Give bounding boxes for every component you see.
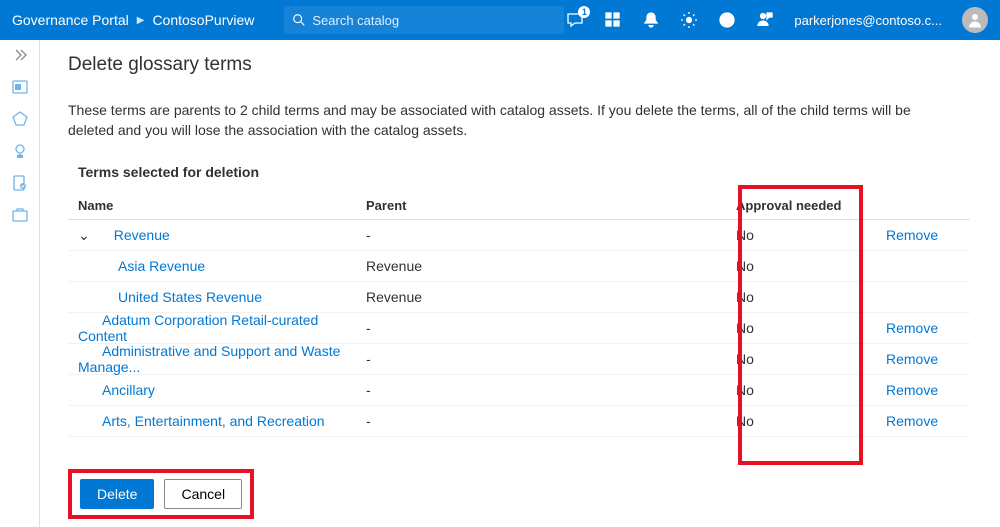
term-link[interactable]: Ancillary xyxy=(78,382,155,398)
nav-sources-icon[interactable] xyxy=(11,78,29,96)
col-parent-header[interactable]: Parent xyxy=(366,198,736,213)
left-nav xyxy=(0,40,40,527)
workspace-name[interactable]: ContosoPurview xyxy=(152,12,254,28)
chevron-right-icon: ▶ xyxy=(137,15,145,26)
term-link[interactable]: Asia Revenue xyxy=(78,258,205,274)
page-title: Delete glossary terms xyxy=(68,54,970,76)
col-remove-header xyxy=(884,198,970,213)
avatar[interactable] xyxy=(962,7,988,33)
delete-button[interactable]: Delete xyxy=(80,479,154,509)
table-body: ⌄Revenue-NoRemoveAsia RevenueRevenueNoUn… xyxy=(68,220,970,437)
top-nav: Governance Portal ▶ ContosoPurview 1 par… xyxy=(0,0,1000,40)
table-row: Ancillary -NoRemove xyxy=(68,375,970,406)
help-icon[interactable] xyxy=(718,11,736,29)
portal-title[interactable]: Governance Portal xyxy=(12,12,129,28)
table-row: ⌄Revenue -NoRemove xyxy=(68,220,970,251)
user-email[interactable]: parkerjones@contoso.c... xyxy=(794,13,942,28)
chevron-down-icon[interactable]: ⌄ xyxy=(78,227,90,243)
table-row: Administrative and Support and Waste Man… xyxy=(68,344,970,375)
search-icon xyxy=(292,13,306,27)
nav-insights-icon[interactable] xyxy=(11,142,29,160)
nav-policy-icon[interactable] xyxy=(11,174,29,192)
remove-link[interactable]: Remove xyxy=(884,320,938,336)
table-header: Name Parent Approval needed xyxy=(68,192,970,220)
col-approval-header[interactable]: Approval needed xyxy=(736,198,884,213)
gear-icon[interactable] xyxy=(680,11,698,29)
search-box[interactable] xyxy=(284,6,564,34)
term-link[interactable]: Revenue xyxy=(90,227,170,243)
footer-actions-highlight: Delete Cancel xyxy=(68,469,254,519)
remove-link[interactable]: Remove xyxy=(884,382,938,398)
table-row: Arts, Entertainment, and Recreation -NoRe… xyxy=(68,406,970,437)
remove-link[interactable]: Remove xyxy=(884,351,938,367)
person-feedback-icon[interactable] xyxy=(756,11,774,29)
parent-cell: - xyxy=(366,320,736,336)
feedback-icon[interactable]: 1 xyxy=(566,11,584,29)
notification-badge: 1 xyxy=(578,6,590,18)
approval-cell: No xyxy=(736,382,884,398)
remove-link[interactable]: Remove xyxy=(884,227,938,243)
approval-cell: No xyxy=(736,413,884,429)
approval-cell: No xyxy=(736,351,884,367)
col-name-header[interactable]: Name xyxy=(68,198,366,213)
approval-cell: No xyxy=(736,227,884,243)
term-link[interactable]: Arts, Entertainment, and Recreation xyxy=(78,413,325,429)
approval-cell: No xyxy=(736,320,884,336)
cancel-button[interactable]: Cancel xyxy=(164,479,242,509)
expand-nav-icon[interactable] xyxy=(11,46,29,64)
approval-cell: No xyxy=(736,289,884,305)
bell-icon[interactable] xyxy=(642,11,660,29)
parent-cell: - xyxy=(366,227,736,243)
table-row: United States Revenue RevenueNo xyxy=(68,282,970,313)
nav-map-icon[interactable] xyxy=(11,110,29,128)
apps-icon[interactable] xyxy=(604,11,622,29)
term-link[interactable]: Adatum Corporation Retail-curated Conten… xyxy=(78,312,318,344)
remove-link[interactable]: Remove xyxy=(884,413,938,429)
parent-cell: - xyxy=(366,382,736,398)
parent-cell: - xyxy=(366,351,736,367)
nav-management-icon[interactable] xyxy=(11,206,29,224)
term-link[interactable]: United States Revenue xyxy=(78,289,262,305)
parent-cell: - xyxy=(366,413,736,429)
main-content: Delete glossary terms These terms are pa… xyxy=(40,40,1000,527)
approval-cell: No xyxy=(736,258,884,274)
parent-cell: Revenue xyxy=(366,289,736,305)
section-header: Terms selected for deletion xyxy=(68,164,970,180)
parent-cell: Revenue xyxy=(366,258,736,274)
term-link[interactable]: Administrative and Support and Waste Man… xyxy=(78,343,340,375)
search-input[interactable] xyxy=(312,13,556,28)
table-row: Adatum Corporation Retail-curated Conten… xyxy=(68,313,970,344)
table-row: Asia Revenue RevenueNo xyxy=(68,251,970,282)
terms-table: Name Parent Approval needed ⌄Revenue-NoR… xyxy=(68,192,970,437)
warning-text: These terms are parents to 2 child terms… xyxy=(68,100,948,140)
